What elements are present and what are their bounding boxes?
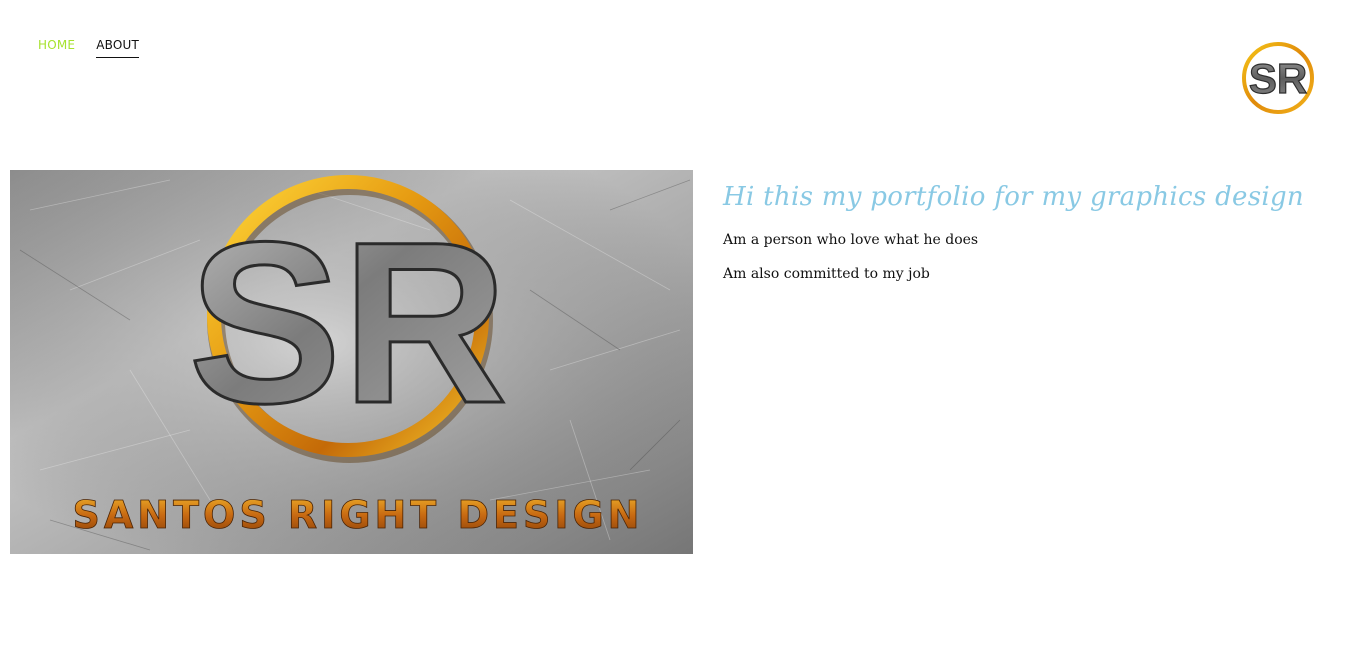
main-nav: HOME ABOUT (38, 38, 140, 58)
nav-home-link[interactable]: HOME (38, 38, 75, 58)
intro-paragraph-1: Am a person who love what he does (723, 232, 979, 248)
intro-paragraph-2: Am also committed to my job (723, 266, 930, 282)
page-title: Hi this my portfolio for my graphics des… (723, 182, 1304, 212)
sr-logo-icon[interactable]: SR (1238, 40, 1320, 116)
santos-right-design-banner: SR SANTOS RIGHT DESIGN (10, 170, 693, 554)
portfolio-page: HOME ABOUT SR SR SANTOS RIGHT DESIGN Hi … (0, 0, 1366, 654)
intro-section: Hi this my portfolio for my graphics des… (723, 182, 1343, 300)
hero-monogram: SR (188, 194, 508, 451)
nav-about-link[interactable]: ABOUT (96, 38, 140, 58)
header-logo-monogram: SR (1249, 55, 1307, 102)
hero-caption: SANTOS RIGHT DESIGN (73, 493, 644, 537)
